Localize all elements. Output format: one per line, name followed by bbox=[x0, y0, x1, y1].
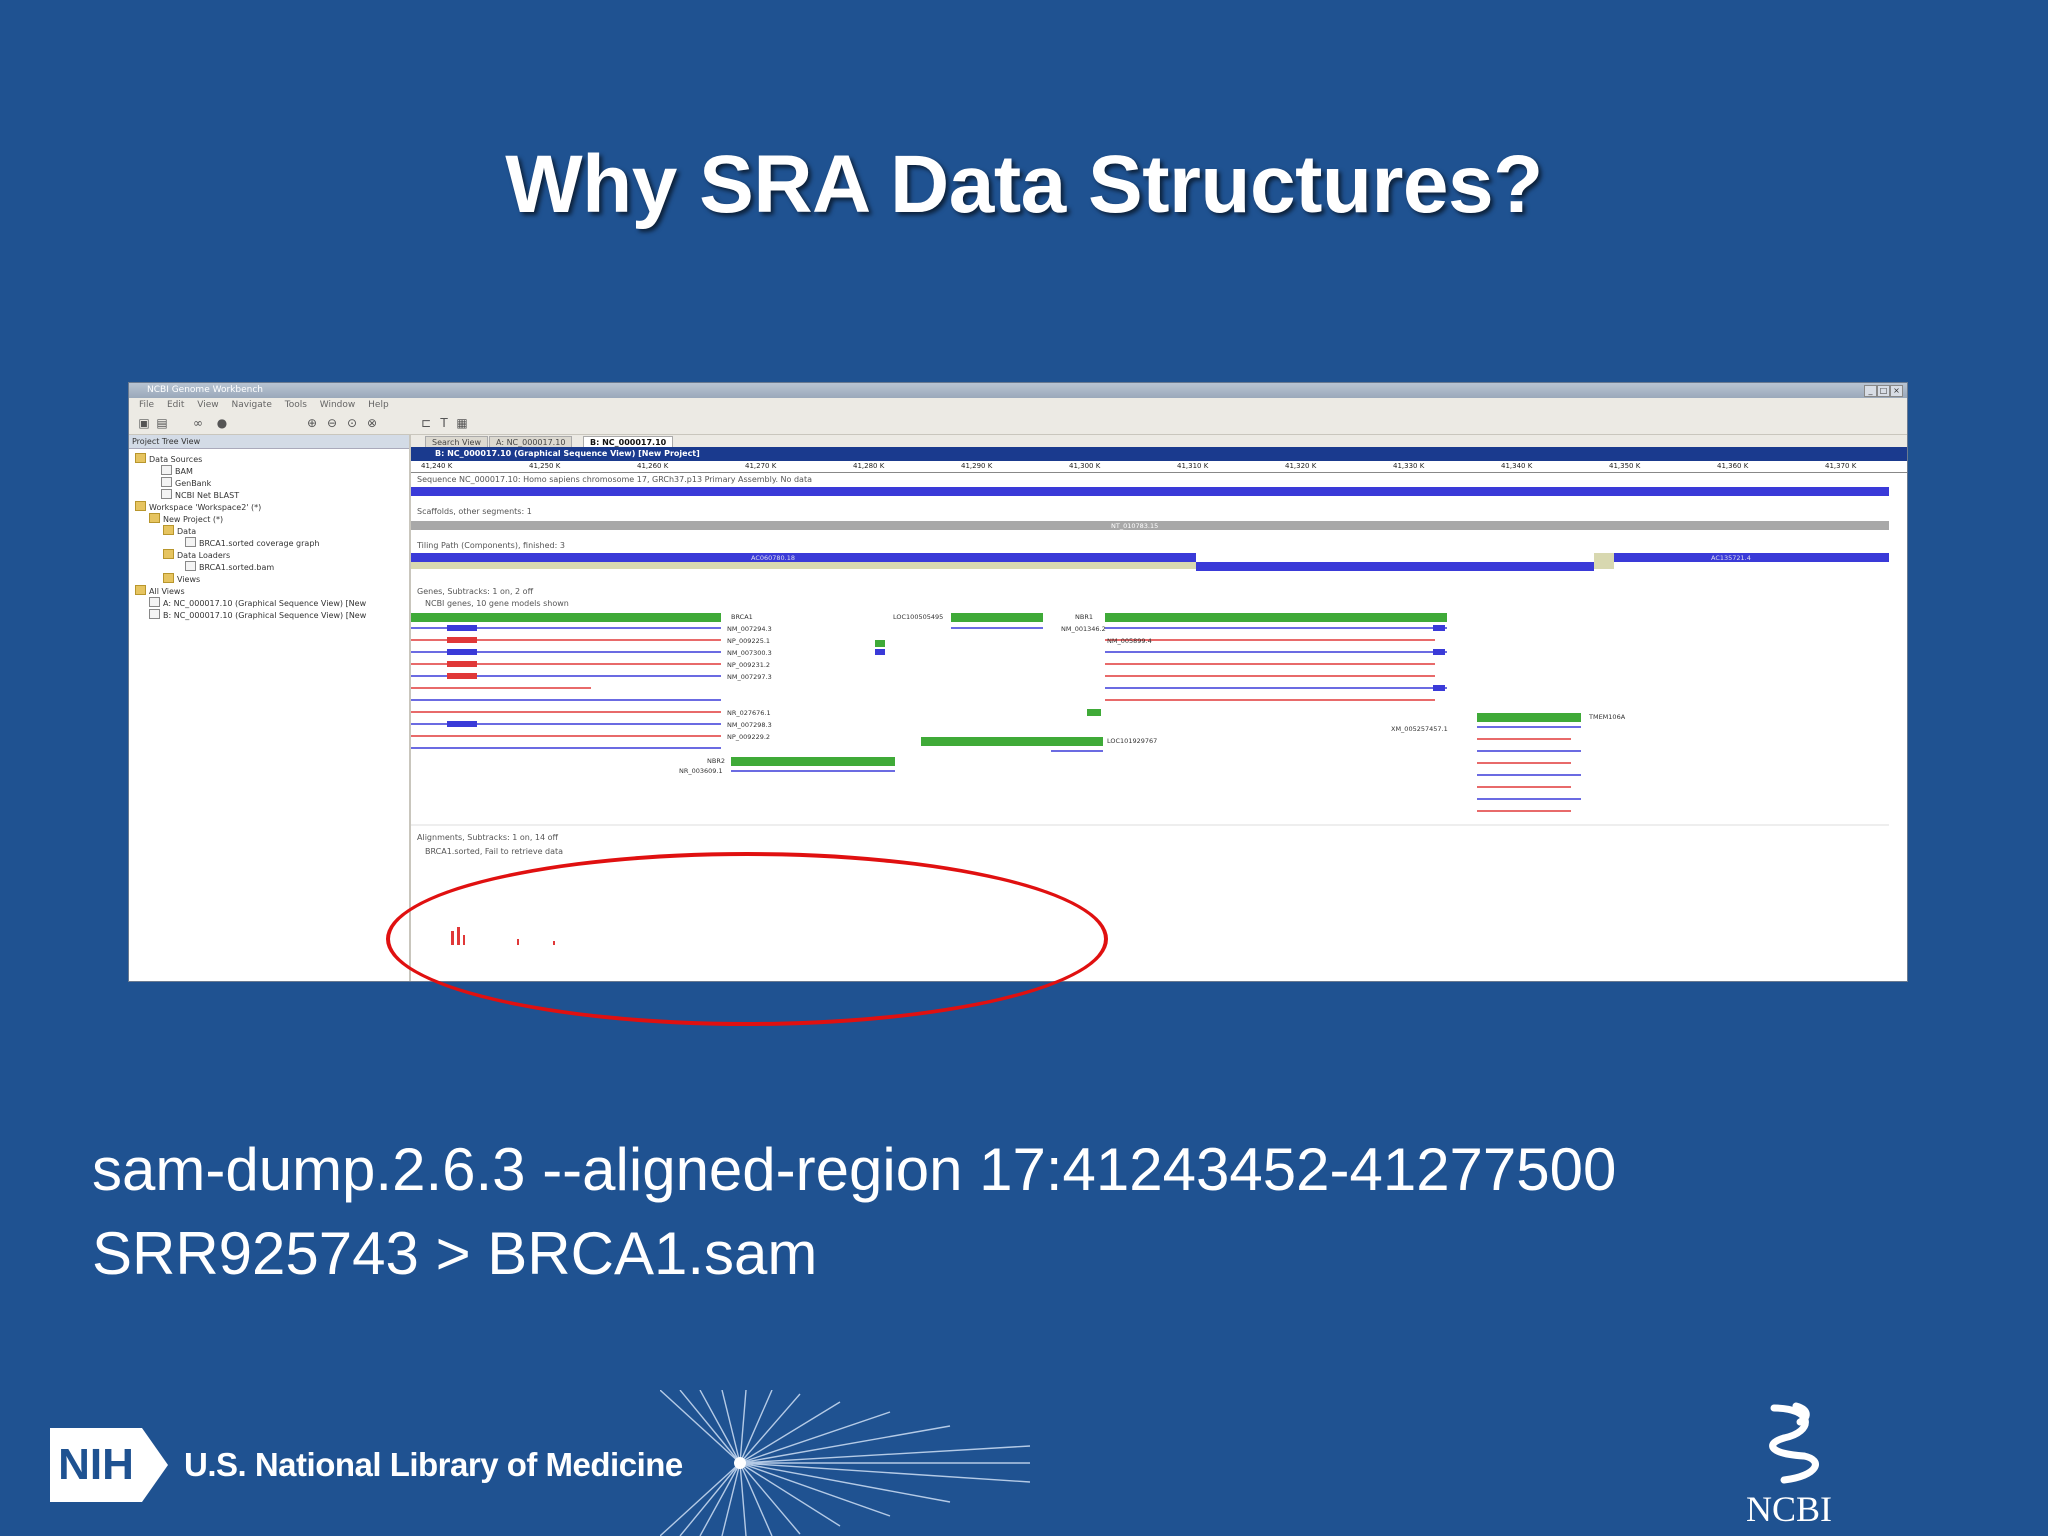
gene-bar-nbr1 bbox=[1105, 613, 1447, 622]
tree-node-net-blast[interactable]: NCBI Net BLAST bbox=[161, 489, 239, 501]
gene-label-loc100505495[interactable]: LOC100505495 bbox=[893, 613, 943, 621]
folder-icon bbox=[163, 549, 174, 559]
window-titlebar: NCBI Genome Workbench _ □ × bbox=[129, 383, 1907, 398]
transcript-label[interactable]: NM_005899.4 bbox=[1107, 637, 1152, 645]
tree-node-data-sources[interactable]: Data Sources bbox=[135, 453, 202, 465]
open-folder-icon[interactable]: ▣ bbox=[137, 416, 151, 430]
view-icon bbox=[149, 609, 160, 619]
database-icon bbox=[161, 477, 172, 487]
tree-node-new-project[interactable]: New Project (*) bbox=[149, 513, 223, 525]
transcript-label[interactable]: XM_005257457.1 bbox=[1391, 725, 1448, 733]
gene-bar-nbr2 bbox=[731, 757, 895, 766]
gene-label-brca1[interactable]: BRCA1 bbox=[731, 613, 753, 621]
gene-bar-loc100505495 bbox=[951, 613, 1043, 622]
database-icon bbox=[161, 489, 172, 499]
transcript-label[interactable]: NP_009231.2 bbox=[727, 661, 770, 669]
nih-logo: NIH bbox=[50, 1428, 142, 1502]
gene-bar-loc101929767 bbox=[921, 737, 1103, 746]
ncbi-wordmark: NCBI bbox=[1746, 1489, 1833, 1529]
zoom-fit-icon[interactable]: ⊙ bbox=[345, 416, 359, 430]
transcript-group-brca1 bbox=[411, 625, 721, 749]
menu-bar: File Edit View Navigate Tools Window Hel… bbox=[129, 398, 1907, 412]
tree-node-view-a[interactable]: A: NC_000017.10 (Graphical Sequence View… bbox=[149, 597, 366, 609]
project-tree-header: Project Tree View bbox=[129, 435, 409, 449]
transcript-label[interactable]: NP_009225.1 bbox=[727, 637, 770, 645]
transcript-label[interactable]: NM_001346.2 bbox=[1061, 625, 1106, 633]
tree-node-all-views[interactable]: All Views bbox=[135, 585, 185, 597]
tree-node-data-loaders[interactable]: Data Loaders bbox=[163, 549, 230, 561]
alignments-track-label: Alignments, Subtracks: 1 on, 14 off bbox=[417, 833, 559, 842]
transcript-label[interactable]: NM_007297.3 bbox=[727, 673, 772, 681]
text-icon[interactable]: T bbox=[437, 416, 451, 430]
command-line-1: sam-dump.2.6.3 --aligned-region 17:41243… bbox=[92, 1136, 1617, 1203]
folder-icon bbox=[163, 525, 174, 535]
menu-view[interactable]: View bbox=[197, 400, 218, 410]
menu-navigate[interactable]: Navigate bbox=[231, 400, 271, 410]
gene-label-nbr1[interactable]: NBR1 bbox=[1075, 613, 1093, 621]
minimize-icon[interactable]: _ bbox=[1864, 385, 1877, 397]
folder-icon bbox=[135, 453, 146, 463]
window-layout-icon[interactable]: ⊏ bbox=[419, 416, 433, 430]
zoom-out-icon[interactable]: ⊖ bbox=[325, 416, 339, 430]
window-title: NCBI Genome Workbench bbox=[147, 385, 263, 395]
folder-icon bbox=[135, 585, 146, 595]
panel-icon[interactable]: ▦ bbox=[455, 416, 469, 430]
highlight-circle bbox=[386, 852, 1108, 1026]
close-icon[interactable]: × bbox=[1890, 385, 1903, 397]
tree-node-view-b[interactable]: B: NC_000017.10 (Graphical Sequence View… bbox=[149, 609, 366, 621]
maximize-icon[interactable]: □ bbox=[1877, 385, 1890, 397]
menu-tools[interactable]: Tools bbox=[285, 400, 307, 410]
gene-label-nbr2[interactable]: NBR2 bbox=[707, 757, 725, 765]
tree-node-workspace[interactable]: Workspace 'Workspace2' (*) bbox=[135, 501, 261, 513]
project-tree-panel: Project Tree View Data Sources BAM GenBa… bbox=[129, 435, 411, 981]
database-icon bbox=[161, 465, 172, 475]
toolbar: ▣ ▤ ∞ ● ⊕ ⊖ ⊙ ⊗ ⊏ T ▦ bbox=[129, 412, 1907, 435]
transcript-group-nbr1 bbox=[1105, 625, 1447, 701]
workspace-icon bbox=[135, 501, 146, 511]
transcript-label[interactable]: NR_027676.1 bbox=[727, 709, 771, 717]
transcript-label[interactable]: NP_009229.2 bbox=[727, 733, 770, 741]
zoom-in-icon[interactable]: ⊕ bbox=[305, 416, 319, 430]
transcript-label[interactable]: NM_007300.3 bbox=[727, 649, 772, 657]
nlm-text: U.S. National Library of Medicine bbox=[184, 1446, 683, 1483]
zoom-selection-icon[interactable]: ⊗ bbox=[365, 416, 379, 430]
nih-chevron-icon bbox=[142, 1428, 168, 1502]
command-line-2: SRR925743 > BRCA1.sam bbox=[92, 1220, 818, 1287]
run-icon[interactable]: ● bbox=[215, 416, 229, 430]
gene-label-loc101929767[interactable]: LOC101929767 bbox=[1107, 737, 1157, 745]
tree-node-genbank[interactable]: GenBank bbox=[161, 477, 211, 489]
save-icon[interactable]: ▤ bbox=[155, 416, 169, 430]
transcript-label[interactable]: NR_003609.1 bbox=[679, 767, 723, 775]
project-icon bbox=[149, 513, 160, 523]
slide-title: Why SRA Data Structures? bbox=[505, 139, 1543, 230]
tree-node-bam-file[interactable]: BRCA1.sorted.bam bbox=[185, 561, 274, 573]
folder-icon bbox=[163, 573, 174, 583]
gene-bar-tmem106a bbox=[1477, 713, 1581, 722]
menu-edit[interactable]: Edit bbox=[167, 400, 184, 410]
tree-node-data[interactable]: Data bbox=[163, 525, 196, 537]
menu-help[interactable]: Help bbox=[368, 400, 389, 410]
tree-node-bam[interactable]: BAM bbox=[161, 465, 193, 477]
starburst-decoration bbox=[660, 1390, 1031, 1536]
menu-file[interactable]: File bbox=[139, 400, 154, 410]
tree-node-coverage-graph[interactable]: BRCA1.sorted coverage graph bbox=[185, 537, 319, 549]
binoculars-icon[interactable]: ∞ bbox=[191, 416, 205, 430]
brca1-subtrack-label: BRCA1.sorted, Fail to retrieve data bbox=[425, 847, 564, 856]
gene-bar-brca1 bbox=[411, 613, 721, 622]
transcript-label[interactable]: NM_007294.3 bbox=[727, 625, 772, 633]
graph-icon bbox=[185, 537, 196, 547]
transcript-group-tmem106a bbox=[1477, 726, 1581, 812]
view-icon bbox=[149, 597, 160, 607]
menu-window[interactable]: Window bbox=[320, 400, 356, 410]
gene-label-tmem106a[interactable]: TMEM106A bbox=[1589, 713, 1625, 721]
tree-node-views[interactable]: Views bbox=[163, 573, 200, 585]
transcript-label[interactable]: NM_007298.3 bbox=[727, 721, 772, 729]
command-text: sam-dump.2.6.3 --aligned-region 17:41243… bbox=[92, 1128, 1616, 1296]
file-icon bbox=[185, 561, 196, 571]
